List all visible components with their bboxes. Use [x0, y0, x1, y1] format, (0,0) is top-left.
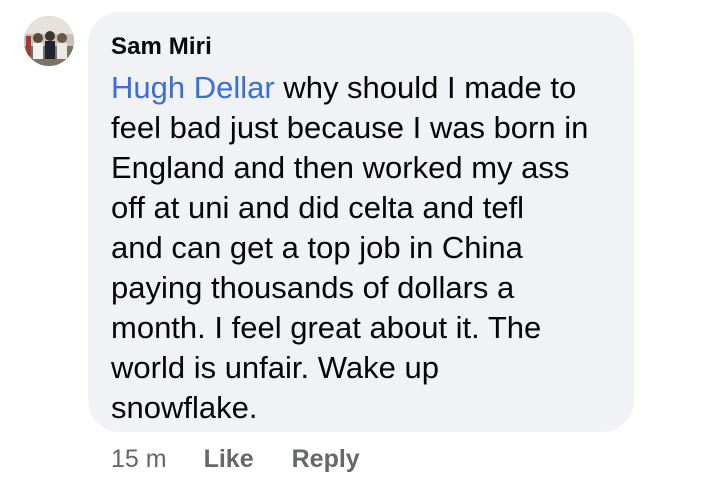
avatar[interactable] [24, 16, 74, 66]
comment-body: why should I made to feel bad just becau… [111, 70, 589, 425]
author-name[interactable]: Sam Miri [111, 32, 614, 62]
timestamp[interactable]: 15 m [111, 445, 167, 474]
comment-bubble: Sam Miri Hugh Dellar why should I made t… [88, 12, 634, 432]
comment-actions: 15 m Like Reply [111, 442, 398, 476]
mention-link[interactable]: Hugh Dellar [111, 70, 275, 105]
reply-button[interactable]: Reply [292, 445, 360, 474]
like-button[interactable]: Like [204, 445, 254, 474]
avatar-photo [24, 16, 74, 66]
comment-text: Hugh Dellar why should I made to feel ba… [111, 68, 614, 428]
